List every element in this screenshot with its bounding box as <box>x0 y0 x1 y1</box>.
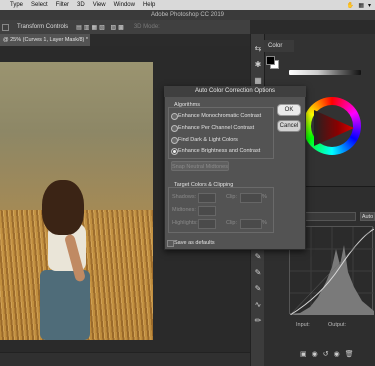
midtones-swatch[interactable] <box>198 206 216 216</box>
transform-controls-checkbox[interactable] <box>2 23 9 31</box>
cancel-button[interactable]: Cancel <box>277 120 301 132</box>
hand-tool-icon[interactable]: ✋ <box>347 2 354 9</box>
curve-edit-icon[interactable]: ∿ <box>253 300 263 310</box>
shadows-label: Shadows: <box>172 194 197 200</box>
menu-3d[interactable]: 3D <box>77 0 85 10</box>
eyedropper-icon[interactable]: ✎ <box>253 252 263 262</box>
pencil-icon[interactable]: ✏ <box>253 316 263 326</box>
shadows-swatch[interactable] <box>198 193 216 203</box>
tab-color[interactable]: Color <box>264 40 294 52</box>
radio-per-channel-label: Enhance Per Channel Contrast <box>178 125 255 131</box>
highlights-pct: % <box>262 220 267 226</box>
canvas-scrollbar[interactable] <box>0 352 250 366</box>
radio-brightness-contrast[interactable] <box>171 148 178 155</box>
radio-brightness-contrast-label: Enhance Brightness and Contrast <box>178 148 261 154</box>
menu-help[interactable]: Help <box>143 0 155 10</box>
save-defaults-checkbox[interactable] <box>167 240 174 247</box>
brightness-slider[interactable] <box>289 70 361 75</box>
curves-preset-select[interactable] <box>300 212 356 221</box>
hair <box>42 180 84 235</box>
radio-find-dark-light[interactable] <box>171 137 178 144</box>
menu-filter[interactable]: Filter <box>56 0 69 10</box>
grid-icon[interactable]: ▦ <box>358 2 364 9</box>
snap-neutral-midtones[interactable]: Snap Neutral Midtones <box>171 161 229 171</box>
window-title: Adobe Photoshop CC 2019 <box>0 10 375 20</box>
brush-settings-icon[interactable]: ✱ <box>253 60 263 70</box>
radio-monochromatic-label: Enhance Monochromatic Contrast <box>178 113 262 119</box>
history-icon[interactable]: ⇆ <box>253 44 263 54</box>
midtones-label: Midtones: <box>172 207 196 213</box>
shadows-clip-label: Clip: <box>226 194 238 200</box>
eyedropper-gray-icon[interactable]: ✎ <box>253 268 263 278</box>
shadows-clip-input[interactable] <box>240 193 262 203</box>
radio-per-channel[interactable] <box>171 125 178 132</box>
menu-window[interactable]: Window <box>114 0 135 10</box>
auto-button[interactable]: Auto <box>360 212 375 221</box>
trash-icon[interactable]: 🗑 <box>345 350 354 360</box>
properties-footer: ▣ ◉ ↺ ◉ 🗑 <box>300 350 375 360</box>
swatches-icon[interactable]: ▦ <box>253 76 263 86</box>
radio-monochromatic[interactable] <box>171 113 178 120</box>
save-defaults-label: Save as defaults <box>174 240 215 246</box>
visibility-icon[interactable]: ◉ <box>334 350 340 360</box>
eyedropper-white-icon[interactable]: ✎ <box>253 284 263 294</box>
shadows-pct: % <box>262 194 267 200</box>
align-icons[interactable]: ▤▥▦▧ ▨▩ <box>76 24 126 31</box>
highlights-clip-input[interactable] <box>240 219 262 229</box>
menu-view[interactable]: View <box>93 0 106 10</box>
highlights-clip-label: Clip: <box>226 220 238 226</box>
document-tab[interactable]: @ 25% (Curves 1, Layer Mask/8) * <box>0 34 90 46</box>
menu-select[interactable]: Select <box>31 0 48 10</box>
highlights-label: Highlights: <box>172 220 198 226</box>
highlights-swatch[interactable] <box>198 219 216 229</box>
menu-bar: Type Select Filter 3D View Window Help ✋… <box>0 0 375 10</box>
dropdown-icon[interactable]: ▾ <box>368 2 371 9</box>
clip-to-layer-icon[interactable]: ▣ <box>300 350 307 360</box>
dialog-title: Auto Color Correction Options <box>164 86 306 97</box>
output-label: Output: <box>328 322 347 328</box>
3d-mode-label: 3D Mode: <box>133 24 160 30</box>
reset-icon[interactable]: ↺ <box>323 350 329 360</box>
menu-type[interactable]: Type <box>10 0 23 10</box>
input-label: Input: <box>296 322 310 328</box>
view-previous-icon[interactable]: ◉ <box>312 350 318 360</box>
foreground-color-swatch[interactable] <box>266 56 275 65</box>
transform-controls-label: Transform Controls <box>17 24 69 30</box>
options-bar: Transform Controls ▤▥▦▧ ▨▩ 3D Mode: <box>0 20 250 34</box>
ok-button[interactable]: OK <box>277 104 301 116</box>
radio-find-dark-light-label: Find Dark & Light Colors <box>178 137 238 143</box>
